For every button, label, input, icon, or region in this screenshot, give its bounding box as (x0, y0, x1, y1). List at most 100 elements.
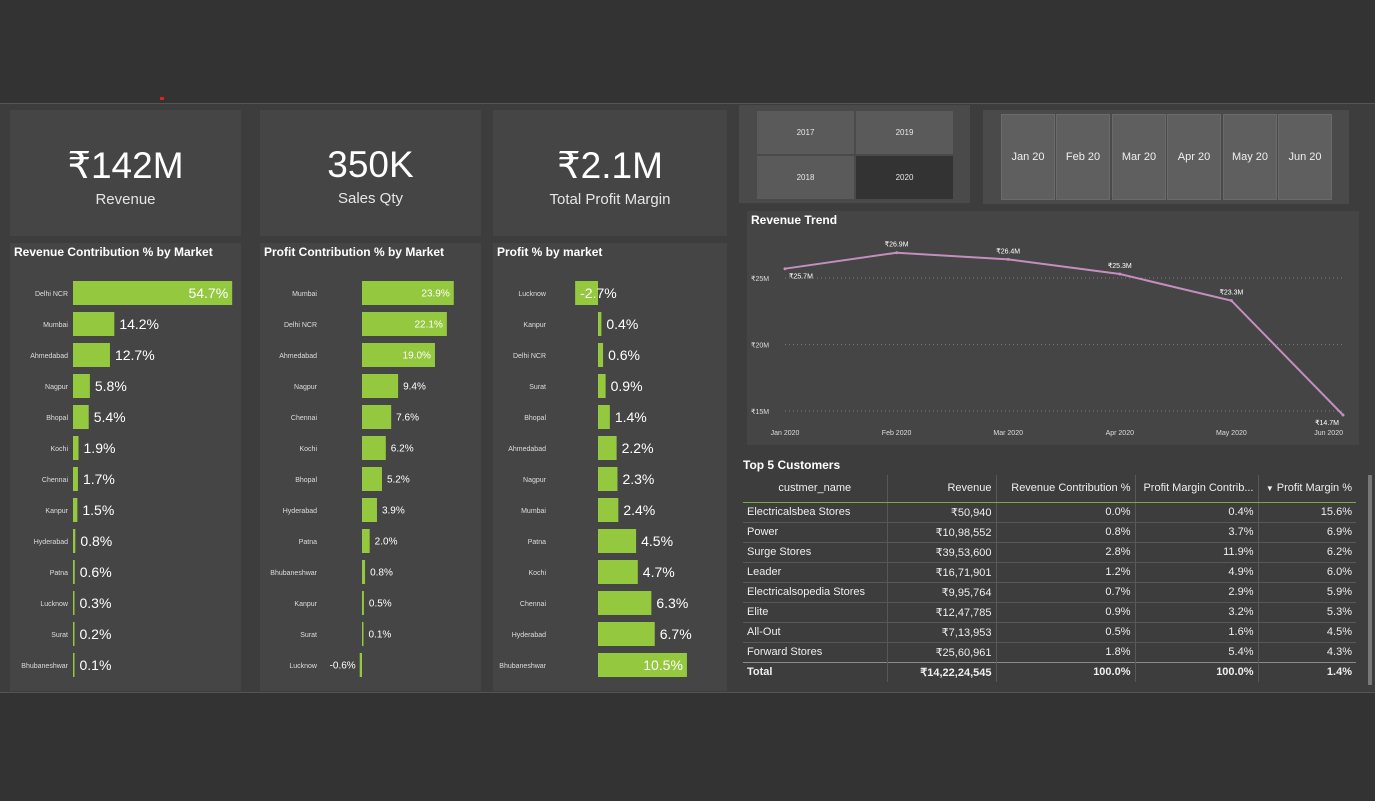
column-header[interactable]: custmer_name (743, 475, 887, 503)
table-row[interactable]: Forward Stores ₹25,60,961 1.8% 5.4% 4.3% (743, 641, 1356, 662)
kpi-value: ₹142M (67, 145, 184, 186)
data-label: 1.4% (615, 409, 647, 425)
table-cell: ₹12,47,785 (886, 601, 996, 622)
table-row[interactable]: Electricalsopedia Stores ₹9,95,764 0.7% 2.9… (743, 581, 1356, 602)
data-label: 0.8% (370, 568, 393, 579)
table-cell: 100.0% (1134, 661, 1258, 682)
table-cell: 1.6% (1134, 621, 1258, 642)
table-row[interactable]: Elite ₹12,47,785 0.9% 3.2% 5.3% (743, 601, 1356, 622)
month-button-jun[interactable]: Jun 20 (1278, 114, 1332, 200)
table-cell: 1.8% (995, 641, 1135, 662)
data-label: 0.9% (611, 378, 643, 394)
table-cell: ₹10,98,552 (886, 521, 996, 542)
data-label: 6.3% (656, 595, 688, 611)
y-tick-label: ₹20M (751, 342, 769, 350)
bar (362, 529, 370, 553)
table-cell: 6.0% (1257, 561, 1356, 582)
data-label: 54.7% (188, 285, 228, 301)
table-cell: 5.9% (1257, 581, 1356, 602)
column-header-label: Profit Margin % (1276, 482, 1352, 495)
table-cell: 0.0% (995, 501, 1135, 522)
table-row[interactable]: Power ₹10,98,552 0.8% 3.7% 6.9% (743, 521, 1356, 542)
bar (598, 591, 652, 615)
data-label: -0.6% (330, 661, 356, 672)
table-cell: 1.2% (995, 561, 1135, 582)
table-row[interactable]: Leader ₹16,71,901 1.2% 4.9% 6.0% (743, 561, 1356, 582)
data-label: 12.7% (115, 347, 155, 363)
column-header[interactable]: Profit Margin Contrib... (1134, 475, 1258, 503)
x-tick-label: Jun 2020 (1314, 430, 1343, 437)
table-scrollbar[interactable] (1368, 475, 1372, 685)
table-row[interactable]: Surge Stores ₹39,53,600 2.8% 11.9% 6.2% (743, 541, 1356, 562)
category-label: Bhubaneshwar (270, 570, 317, 577)
table-total-row[interactable]: Total ₹14,22,24,545 100.0% 100.0% 1.4% (743, 661, 1356, 682)
category-label: Mumbai (43, 322, 68, 329)
table-cell: 5.3% (1257, 601, 1356, 622)
data-label: 4.5% (641, 533, 673, 549)
data-label: ₹25.7M (789, 273, 813, 281)
bar (73, 312, 115, 336)
month-button-apr[interactable]: Apr 20 (1167, 114, 1221, 200)
bar (598, 436, 617, 460)
y-tick-label: ₹25M (751, 275, 769, 283)
bar (362, 498, 377, 522)
x-tick-label: Mar 2020 (993, 430, 1023, 437)
category-label: Nagpur (45, 384, 69, 391)
month-button-mar[interactable]: Mar 20 (1112, 114, 1166, 200)
year-button-2020[interactable]: 2020 (856, 156, 953, 199)
year-button-2018[interactable]: 2018 (757, 156, 854, 199)
month-button-feb[interactable]: Feb 20 (1056, 114, 1110, 200)
month-button-may[interactable]: May 20 (1223, 114, 1277, 200)
table-cell: 4.3% (1257, 641, 1356, 662)
kpi-card-sales-qty[interactable]: 350K Sales Qty (260, 110, 481, 236)
kpi-card-revenue[interactable]: ₹142M Revenue (10, 110, 241, 236)
revenue-trend-chart[interactable]: Revenue Trend ₹15M ₹20M ₹25M ₹25.7M Jan 2020… (747, 211, 1359, 445)
data-label: 0.1% (369, 630, 392, 641)
bar (598, 374, 606, 398)
category-label: Patna (528, 539, 546, 546)
category-label: Lucknow (289, 663, 318, 670)
table-cell: 0.4% (1134, 501, 1258, 522)
table-cell: 4.5% (1257, 621, 1356, 642)
table-cell: Forward Stores (743, 641, 887, 662)
data-label: 6.7% (660, 626, 692, 642)
table-row[interactable]: Electricalsbea Stores ₹50,940 0.0% 0.4% 15.6… (743, 501, 1356, 522)
category-label: Hyderabad (512, 632, 546, 639)
data-point (1118, 272, 1122, 276)
bar (73, 591, 75, 615)
kpi-card-profit-margin[interactable]: ₹2.1M Total Profit Margin (493, 110, 727, 236)
data-label: 10.5% (643, 657, 683, 673)
profit-contribution-bars: Mumbai 23.9% Delhi NCR 22.1% Ahmedabad 19.0% N… (270, 281, 454, 677)
data-label: 5.8% (95, 378, 127, 394)
category-label: Chennai (520, 601, 547, 608)
category-label: Patna (299, 539, 317, 546)
bar (73, 467, 78, 491)
profit-pct-chart[interactable]: Profit % by market Lucknow -2.7% Kanpur 0.4… (493, 243, 727, 691)
bar (362, 436, 386, 460)
column-header[interactable]: Revenue Contribution % (995, 475, 1135, 503)
bar (598, 343, 604, 367)
bar (73, 498, 78, 522)
category-label: Kochi (528, 570, 546, 577)
column-header[interactable]: Revenue (886, 475, 996, 503)
category-label: Delhi NCR (35, 291, 68, 298)
bar (73, 560, 75, 584)
bar (362, 560, 366, 584)
table-cell: Electricalsbea Stores (743, 501, 887, 522)
category-label: Surat (529, 384, 546, 391)
revenue-contribution-chart[interactable]: Revenue Contribution % by Market Delhi N… (10, 243, 241, 691)
month-button-jan[interactable]: Jan 20 (1001, 114, 1055, 200)
year-button-2019[interactable]: 2019 (856, 111, 953, 154)
table-row[interactable]: All-Out ₹7,13,953 0.5% 1.6% 4.5% (743, 621, 1356, 642)
data-label: ₹26.4M (996, 247, 1020, 255)
table-cell: ₹7,13,953 (886, 621, 996, 642)
category-label: Ahmedabad (30, 353, 68, 360)
category-label: Bhubaneshwar (21, 663, 68, 670)
column-header-sorted[interactable]: ▼ Profit Margin % (1257, 475, 1356, 503)
data-point (783, 267, 787, 271)
year-button-2017[interactable]: 2017 (757, 111, 854, 154)
bar (598, 312, 602, 336)
profit-contribution-chart[interactable]: Profit Contribution % by Market Mumbai 23… (260, 243, 481, 691)
data-label: 5.2% (387, 475, 410, 486)
bar (598, 622, 655, 646)
